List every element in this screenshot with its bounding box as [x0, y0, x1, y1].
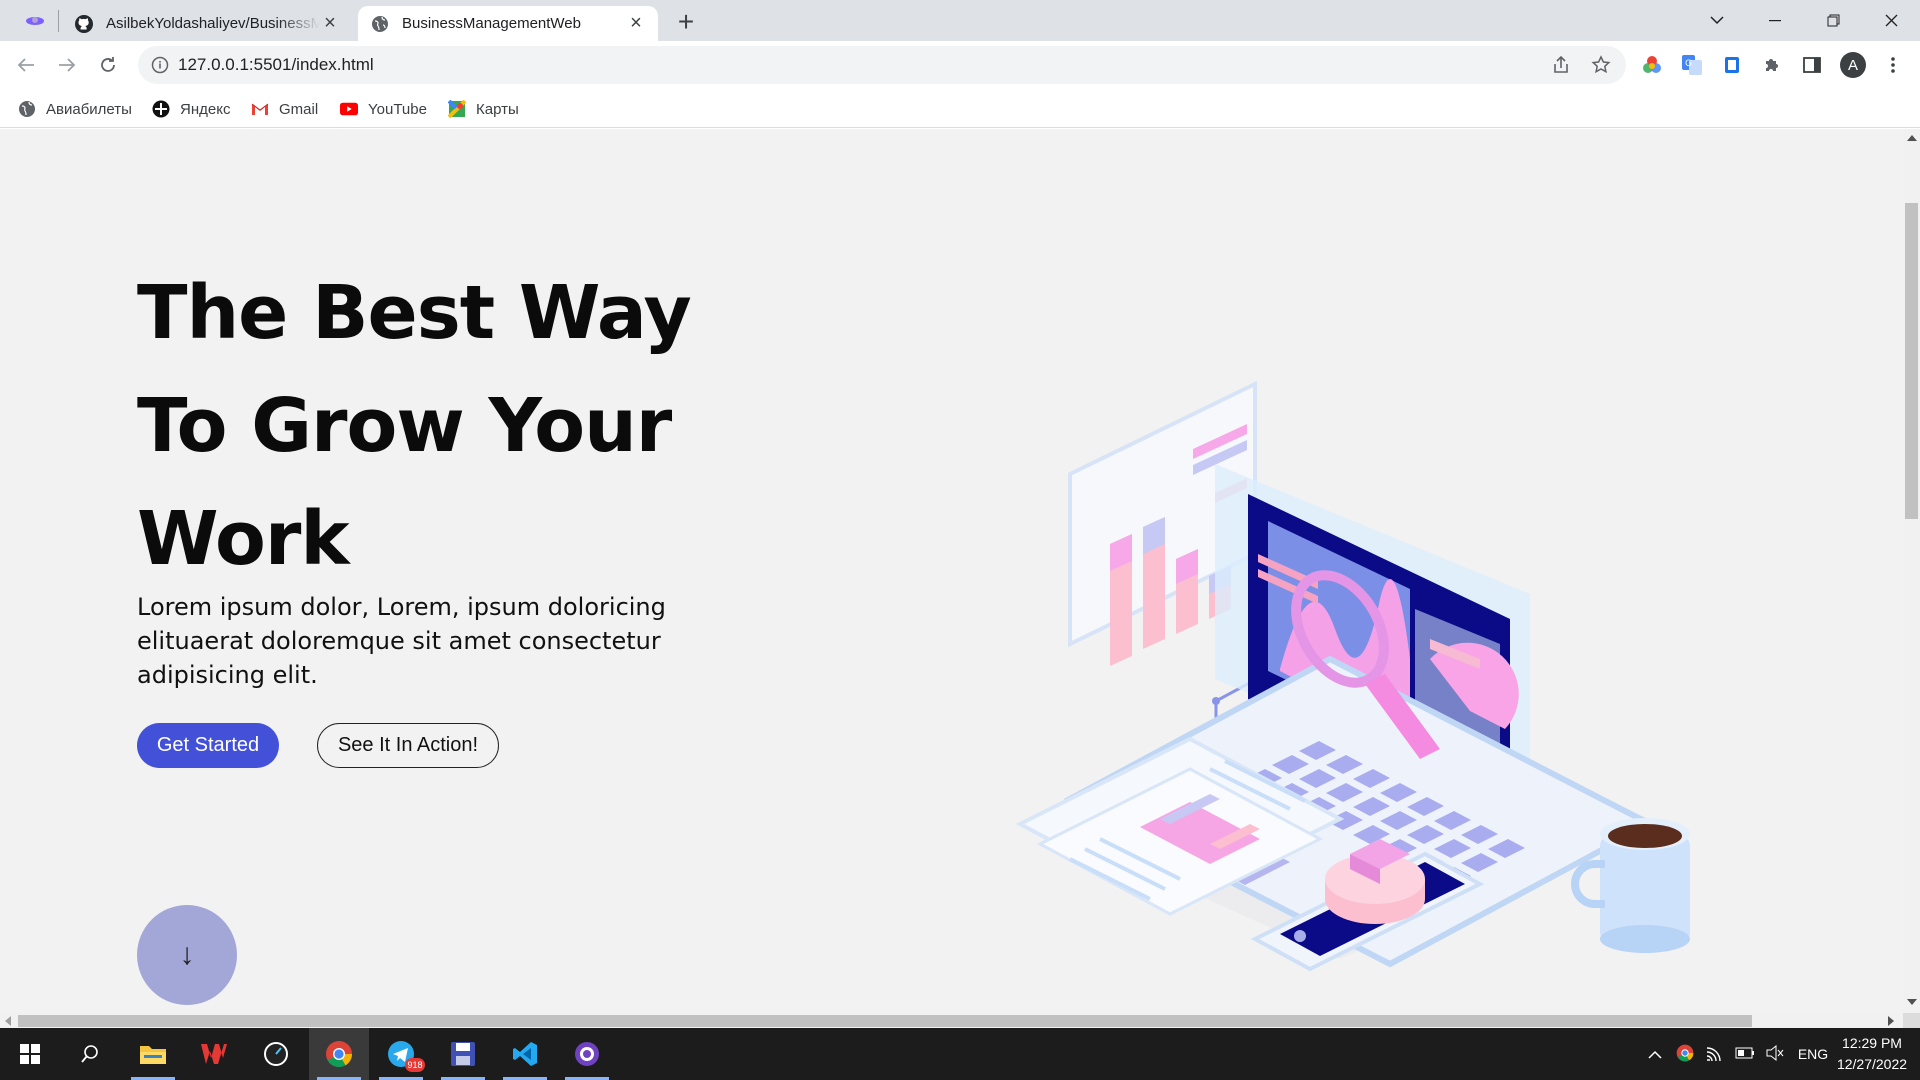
github-desktop-icon[interactable]	[557, 1028, 617, 1080]
extensions-puzzle-icon[interactable]	[1759, 52, 1785, 78]
hero-title-line: To Grow Your	[137, 383, 672, 469]
file-explorer-icon[interactable]	[123, 1028, 183, 1080]
hero-illustration	[1015, 380, 1690, 972]
profile-avatar[interactable]: A	[1840, 52, 1866, 78]
gmail-icon	[251, 100, 269, 118]
bookmark-karty[interactable]: Карты	[448, 97, 519, 121]
horizontal-scrollbar[interactable]	[0, 1013, 1903, 1028]
show-hidden-icons-chevron-icon[interactable]	[1640, 1046, 1670, 1062]
hero-title: The Best Way To Grow Your Work	[137, 257, 757, 596]
bookmark-label: YouTube	[368, 100, 427, 118]
close-icon[interactable]: ×	[320, 12, 340, 34]
hero-subtitle: Lorem ipsum dolor, Lorem, ipsum dolorici…	[137, 593, 666, 689]
scroll-up-arrow-icon[interactable]	[1907, 135, 1917, 141]
tab-search-extension-icon[interactable]	[12, 8, 58, 34]
bookmark-star-icon[interactable]	[1590, 54, 1612, 76]
yandex-icon	[152, 100, 170, 118]
screen: AsilbekYoldashaliyev/BusinessMa × Busine…	[0, 0, 1920, 1080]
wps-office-icon[interactable]	[184, 1028, 244, 1080]
scroll-left-arrow-icon[interactable]	[5, 1016, 11, 1026]
windows-taskbar: 918 ENG 12:29 PM 12/27/2022	[0, 1028, 1920, 1080]
tab-strip: AsilbekYoldashaliyev/BusinessMa × Busine…	[0, 0, 1920, 41]
maps-icon	[448, 100, 466, 118]
system-tray: ENG	[1640, 1028, 1836, 1080]
hero-title-line: Work	[137, 496, 350, 582]
side-panel-icon[interactable]	[1799, 52, 1825, 78]
globe-icon	[18, 100, 36, 118]
clock-date: 12/27/2022	[1836, 1056, 1908, 1072]
restore-icon[interactable]	[1804, 0, 1862, 41]
bookmarks-bar: Авиабилеты Яндекс Gmail YouTube Карты	[0, 90, 1920, 128]
window-controls	[1688, 0, 1920, 41]
vertical-scrollbar-thumb[interactable]	[1905, 203, 1918, 519]
horizontal-scrollbar-thumb[interactable]	[18, 1015, 1752, 1027]
scrollbar-corner	[1903, 1013, 1920, 1028]
reader-extension-icon[interactable]	[1719, 52, 1745, 78]
tab-title: BusinessManagementWeb	[402, 15, 581, 32]
bookmark-aviabilety[interactable]: Авиабилеты	[18, 97, 132, 121]
bookmark-gmail[interactable]: Gmail	[251, 97, 318, 121]
clock-time: 12:29 PM	[1842, 1035, 1902, 1051]
translate-extension-icon[interactable]: G	[1679, 52, 1705, 78]
page-viewport: The Best Way To Grow Your Work Lorem ips…	[0, 129, 1903, 1013]
share-icon[interactable]	[1550, 54, 1572, 76]
minimize-icon[interactable]	[1746, 0, 1804, 41]
scroll-down-arrow-icon[interactable]	[1907, 999, 1917, 1005]
bookmark-label: Яндекс	[180, 100, 231, 118]
vscode-icon[interactable]	[495, 1028, 555, 1080]
scroll-down-button[interactable]: ↓	[137, 905, 237, 1005]
back-arrow-icon[interactable]	[10, 49, 42, 81]
tab-business-management[interactable]: BusinessManagementWeb ×	[358, 6, 658, 41]
color-picker-extension-icon[interactable]	[1639, 52, 1665, 78]
new-tab-button[interactable]: +	[672, 6, 700, 37]
url-text: 127.0.0.1:5501/index.html	[178, 55, 374, 74]
browser-toolbar: 127.0.0.1:5501/index.html G A	[0, 41, 1920, 90]
bookmark-yandex[interactable]: Яндекс	[152, 97, 230, 121]
system-clock[interactable]: 12:29 PM 12/27/2022	[1830, 1033, 1914, 1075]
telegram-icon[interactable]: 918	[371, 1028, 431, 1080]
see-it-in-action-button[interactable]: See It In Action!	[317, 723, 499, 768]
tab-github[interactable]: AsilbekYoldashaliyev/BusinessMa ×	[62, 6, 352, 41]
chrome-tray-icon[interactable]	[1670, 1044, 1700, 1065]
globe-icon	[370, 14, 390, 34]
site-info-icon[interactable]	[150, 55, 170, 75]
menu-kebab-icon[interactable]	[1880, 52, 1906, 78]
tab-title: AsilbekYoldashaliyev/BusinessMa	[106, 15, 320, 32]
github-icon	[74, 14, 94, 34]
close-window-icon[interactable]	[1862, 0, 1920, 41]
youtube-icon	[340, 100, 358, 118]
get-started-button[interactable]: Get Started	[137, 723, 279, 768]
battery-icon[interactable]	[1730, 1046, 1760, 1062]
search-icon[interactable]	[60, 1028, 120, 1080]
address-bar[interactable]: 127.0.0.1:5501/index.html	[138, 46, 1626, 84]
arrow-down-icon: ↓	[179, 938, 195, 971]
speedometer-icon[interactable]	[246, 1028, 306, 1080]
bookmark-label: Gmail	[279, 100, 319, 118]
bookmark-youtube[interactable]: YouTube	[340, 97, 427, 121]
save-icon[interactable]	[433, 1028, 493, 1080]
close-icon[interactable]: ×	[626, 12, 646, 34]
tab-separator	[58, 10, 59, 32]
notification-badge: 918	[405, 1058, 425, 1072]
tab-search-chevron-icon[interactable]	[1688, 0, 1746, 41]
chrome-icon[interactable]	[309, 1028, 369, 1080]
scroll-right-arrow-icon[interactable]	[1888, 1016, 1894, 1026]
windows-start-icon[interactable]	[0, 1028, 60, 1080]
svg-text:G: G	[1685, 59, 1692, 69]
reload-icon[interactable]	[92, 49, 124, 81]
wifi-icon[interactable]	[1700, 1045, 1730, 1064]
bookmark-label: Карты	[476, 100, 519, 118]
vertical-scrollbar[interactable]	[1903, 129, 1920, 1013]
forward-arrow-icon[interactable]	[51, 49, 83, 81]
bookmark-label: Авиабилеты	[46, 100, 132, 118]
hero-title-line: The Best Way	[137, 270, 692, 356]
volume-muted-icon[interactable]	[1760, 1044, 1790, 1064]
